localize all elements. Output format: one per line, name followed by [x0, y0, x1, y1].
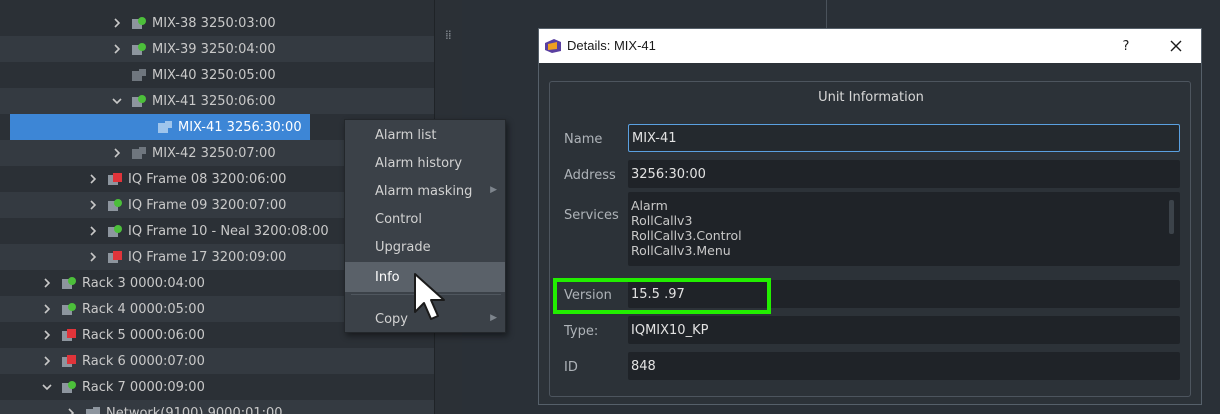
tree-row-label: Network(9100) 9000:01:00	[106, 405, 283, 414]
chevron-right-icon[interactable]	[110, 146, 124, 160]
chevron-right-icon[interactable]	[110, 42, 124, 56]
tree-row[interactable]: Rack 7 0000:09:00	[0, 374, 434, 400]
section-title: Unit Information	[818, 90, 924, 105]
services-label: Services	[564, 208, 619, 223]
device-module-icon	[158, 121, 172, 133]
network-icon	[86, 407, 100, 414]
tree-row-label: MIX-40 3250:05:00	[152, 67, 276, 83]
tree-row-selected[interactable]: MIX-41 3256:30:00	[10, 114, 310, 140]
menu-item-label: Info	[375, 269, 400, 285]
tree-row-label: MIX-38 3250:03:00	[152, 15, 276, 31]
chevron-right-icon[interactable]	[40, 276, 54, 290]
chevron-down-icon[interactable]	[110, 94, 124, 108]
tree-row[interactable]: MIX-40 3250:05:00	[0, 62, 434, 88]
tree-row-label: Rack 4 0000:05:00	[82, 301, 205, 317]
tree-row-label: Rack 7 0000:09:00	[82, 379, 205, 395]
device-offline-icon	[132, 69, 146, 81]
mouse-cursor-icon	[414, 273, 445, 320]
divider	[826, 0, 827, 28]
drag-handle-icon[interactable]: ⁞⁞	[445, 29, 452, 41]
annotation-highlight-box	[553, 278, 771, 314]
menu-item-control[interactable]: Control	[345, 206, 505, 232]
rack-alarm-icon	[62, 355, 76, 367]
app-icon	[545, 39, 561, 53]
name-label: Name	[564, 132, 603, 147]
menu-item-label: Copy	[375, 311, 408, 327]
dialog-titlebar[interactable]: Details: MIX-41 ?	[539, 29, 1201, 63]
tree-row-label: Rack 3 0000:04:00	[82, 275, 205, 291]
menu-item-label: Control	[375, 211, 422, 227]
submenu-arrow-icon: ▶	[490, 313, 497, 323]
tree-row-label: MIX-42 3250:07:00	[152, 145, 276, 161]
dialog-title: Details: MIX-41	[567, 38, 656, 53]
tree-row-label: IQ Frame 17 3200:09:00	[128, 249, 287, 265]
id-field[interactable]: 848	[628, 352, 1180, 380]
rack-ok-icon	[62, 381, 76, 393]
tree-row-label: IQ Frame 08 3200:06:00	[128, 171, 287, 187]
chevron-right-icon[interactable]	[40, 302, 54, 316]
frame-ok-icon	[108, 199, 122, 211]
device-offline-icon	[132, 147, 146, 159]
help-button[interactable]: ?	[1115, 35, 1137, 57]
menu-item-label: Alarm history	[375, 155, 463, 171]
chevron-right-icon[interactable]	[40, 328, 54, 342]
chevron-right-icon[interactable]	[86, 198, 100, 212]
frame-ok-icon	[108, 225, 122, 237]
rack-ok-icon	[62, 303, 76, 315]
chevron-right-icon[interactable]	[86, 250, 100, 264]
rack-ok-icon	[62, 277, 76, 289]
type-field[interactable]: IQMIX10_KP	[628, 316, 1180, 344]
menu-item-label: Alarm list	[375, 127, 437, 143]
tree-row-label: IQ Frame 09 3200:07:00	[128, 197, 287, 213]
tree-row-label: Rack 5 0000:06:00	[82, 327, 205, 343]
list-item: RollCallv3	[631, 213, 693, 228]
tree-row-label: IQ Frame 10 - Neal 3200:08:00	[128, 223, 329, 239]
details-dialog: Details: MIX-41 ? Unit Information Name …	[538, 28, 1202, 405]
list-item: Alarm	[631, 198, 668, 213]
tree-row-label: MIX-41 3256:30:00	[178, 119, 302, 135]
menu-item-label: Upgrade	[375, 239, 431, 255]
chevron-right-icon[interactable]	[86, 224, 100, 238]
submenu-arrow-icon: ▶	[490, 185, 497, 195]
close-icon	[1170, 40, 1182, 52]
tree-row-label: MIX-41 3250:06:00	[152, 93, 276, 109]
tree-row[interactable]: MIX-39 3250:04:00	[0, 36, 434, 62]
tree-row[interactable]: Rack 6 0000:07:00	[0, 348, 434, 374]
chevron-right-icon[interactable]	[110, 16, 124, 30]
menu-item-label: Alarm masking	[375, 183, 473, 199]
device-status-icon	[132, 95, 146, 107]
close-button[interactable]	[1165, 35, 1187, 57]
menu-item-upgrade[interactable]: Upgrade	[345, 234, 505, 260]
chevron-right-icon[interactable]	[86, 172, 100, 186]
type-label: Type:	[564, 324, 599, 339]
chevron-right-icon[interactable]	[64, 406, 78, 414]
menu-item-alarm-list[interactable]: Alarm list	[345, 122, 505, 148]
address-label: Address	[564, 168, 616, 183]
menu-item-alarm-masking[interactable]: Alarm masking ▶	[345, 178, 505, 204]
device-status-icon	[132, 17, 146, 29]
rack-alarm-icon	[62, 329, 76, 341]
tree-row-label: Rack 6 0000:07:00	[82, 353, 205, 369]
tree-row[interactable]: MIX-38 3250:03:00	[0, 10, 434, 36]
tree-row[interactable]: MIX-41 3250:06:00	[0, 88, 434, 114]
id-label: ID	[564, 360, 578, 375]
tree-row-label: MIX-39 3250:04:00	[152, 41, 276, 57]
chevron-right-icon[interactable]	[40, 354, 54, 368]
menu-item-alarm-history[interactable]: Alarm history	[345, 150, 505, 176]
list-item: RollCallv3.Control	[631, 228, 742, 243]
chevron-down-icon[interactable]	[40, 380, 54, 394]
list-item: RollCallv3.Menu	[631, 243, 731, 258]
services-list[interactable]: Alarm RollCallv3 RollCallv3.Control Roll…	[628, 192, 1180, 266]
scrollbar[interactable]	[1169, 200, 1174, 234]
device-status-icon	[132, 43, 146, 55]
address-field[interactable]: 3256:30:00	[628, 160, 1180, 188]
name-field[interactable]: MIX-41	[628, 124, 1180, 152]
frame-alarm-icon	[108, 173, 122, 185]
frame-alarm-icon	[108, 251, 122, 263]
unit-information-group: Unit Information Name MIX-41 Address 325…	[549, 81, 1191, 397]
tree-row[interactable]: Network(9100) 9000:01:00	[0, 400, 434, 414]
